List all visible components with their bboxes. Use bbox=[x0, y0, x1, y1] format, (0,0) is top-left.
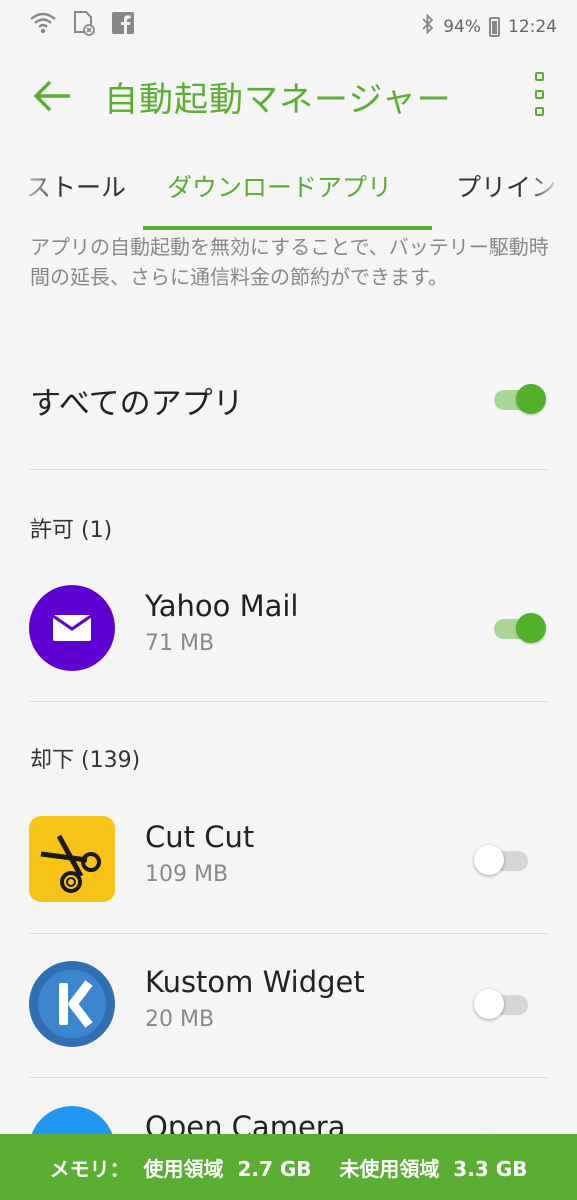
switch-thumb bbox=[474, 845, 504, 875]
kustom-widget-icon bbox=[29, 961, 115, 1047]
switch-thumb bbox=[516, 384, 546, 414]
app-name: Yahoo Mail bbox=[145, 589, 299, 623]
back-button[interactable] bbox=[24, 68, 80, 124]
overflow-menu-button[interactable] bbox=[527, 72, 551, 116]
divider bbox=[30, 469, 548, 470]
allowed-section-header: 許可 (1) bbox=[30, 518, 113, 543]
switch-thumb bbox=[516, 613, 546, 643]
cut-cut-switch[interactable] bbox=[474, 845, 530, 875]
status-bar: 94% 12:24 bbox=[0, 0, 577, 48]
kustom-widget-switch[interactable] bbox=[474, 989, 530, 1019]
menu-dot-icon bbox=[534, 89, 544, 99]
menu-dot-icon bbox=[534, 107, 544, 116]
app-size: 109 MB bbox=[145, 862, 229, 887]
tab-bar: ストール ダウンロードアプリ プリイン bbox=[0, 150, 577, 230]
clock: 12:24 bbox=[508, 16, 557, 37]
status-icons-left bbox=[30, 10, 134, 40]
arrow-left-icon bbox=[33, 80, 70, 112]
tab-downloaded-apps[interactable]: ダウンロードアプリ bbox=[167, 168, 392, 204]
tab-fade-right bbox=[527, 150, 577, 230]
menu-dot-icon bbox=[534, 72, 544, 81]
app-bar: 自動起動マネージャー bbox=[0, 48, 577, 144]
denied-section-header: 却下 (139) bbox=[30, 748, 141, 773]
divider bbox=[30, 1077, 548, 1078]
tab-indicator bbox=[143, 226, 432, 230]
all-apps-label: すべてのアプリ bbox=[30, 386, 244, 422]
app-name: Cut Cut bbox=[145, 820, 255, 854]
list-item-cut-cut[interactable]: Cut Cut 109 MB bbox=[0, 800, 577, 920]
switch-thumb bbox=[474, 989, 504, 1019]
battery-percent: 94% bbox=[443, 16, 481, 37]
cut-cut-icon bbox=[29, 816, 115, 902]
list-item-kustom-widget[interactable]: Kustom Widget 20 MB bbox=[0, 945, 577, 1065]
page-title: 自動起動マネージャー bbox=[104, 80, 452, 120]
battery-icon bbox=[489, 16, 500, 37]
app-size: 71 MB bbox=[145, 631, 215, 656]
memory-status-bar: メモリ： 使用領域 2.7 GB 未使用領域 3.3 GB bbox=[0, 1134, 577, 1200]
status-icons-right: 94% 12:24 bbox=[421, 13, 557, 40]
wifi-icon bbox=[30, 11, 56, 39]
yahoo-mail-icon bbox=[29, 585, 115, 671]
facebook-icon bbox=[112, 12, 134, 38]
divider bbox=[30, 933, 548, 934]
sd-card-icon bbox=[72, 10, 96, 40]
description-text: アプリの自動起動を無効にすることで、バッテリー駆動時間の延長、さらに通信料金の節… bbox=[30, 235, 549, 289]
all-apps-switch[interactable] bbox=[490, 384, 546, 414]
tab-fade-left bbox=[0, 150, 60, 230]
list-item-yahoo-mail[interactable]: Yahoo Mail 71 MB bbox=[0, 569, 577, 689]
bluetooth-icon bbox=[421, 13, 435, 40]
divider bbox=[30, 701, 548, 702]
app-name: Kustom Widget bbox=[145, 965, 365, 999]
yahoo-mail-switch[interactable] bbox=[490, 613, 546, 643]
all-apps-row[interactable]: すべてのアプリ bbox=[0, 350, 577, 446]
app-size: 20 MB bbox=[145, 1007, 215, 1032]
